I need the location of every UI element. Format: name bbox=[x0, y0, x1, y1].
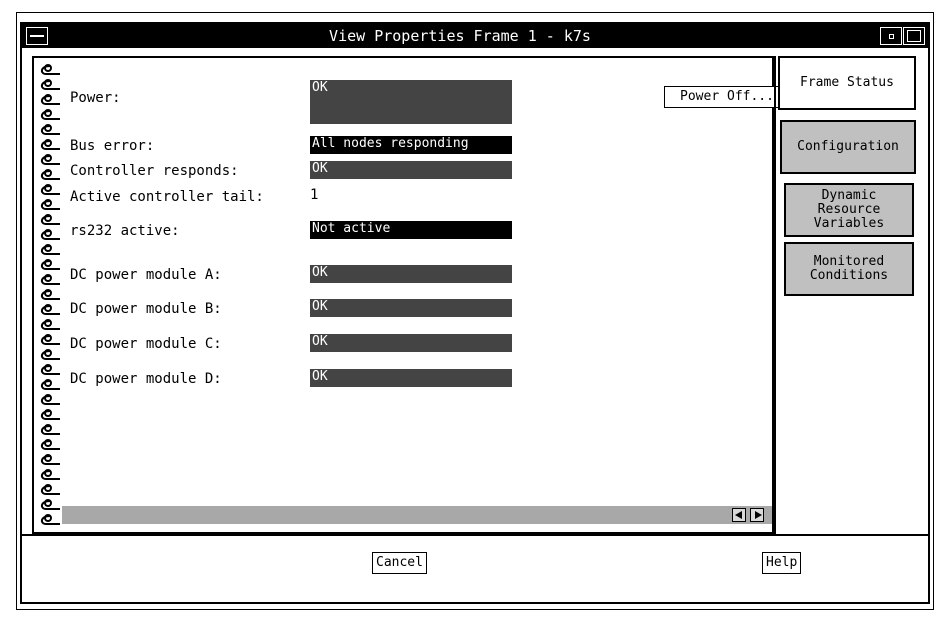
tab-frame-status[interactable]: Frame Status bbox=[778, 56, 916, 110]
dc-module-a-value: OK bbox=[310, 265, 512, 283]
dc-module-c-label: DC power module C: bbox=[70, 336, 222, 352]
properties-panel: Power: OK Power Off... Bus error: All no… bbox=[70, 58, 790, 532]
tab-frame-status-label: Frame Status bbox=[800, 75, 894, 90]
rs232-label: rs232 active: bbox=[70, 223, 180, 239]
window-menu-icon[interactable] bbox=[26, 27, 48, 45]
tab-monitored-conditions[interactable]: Monitored Conditions bbox=[784, 242, 914, 296]
arrow-right-icon[interactable] bbox=[750, 508, 764, 522]
tab-monitored-conditions-label: Monitored Conditions bbox=[809, 254, 889, 283]
tab-dynamic-resource-variables[interactable]: Dynamic Resource Variables bbox=[784, 183, 914, 237]
rs232-value: Not active bbox=[310, 221, 512, 239]
dc-module-b-value: OK bbox=[310, 299, 512, 317]
button-area-divider bbox=[22, 534, 928, 536]
power-label: Power: bbox=[70, 90, 121, 106]
tab-dynamic-resource-variables-label: Dynamic Resource Variables bbox=[813, 188, 885, 231]
window-title: View Properties Frame 1 - k7s bbox=[329, 27, 591, 45]
tab-configuration-label: Configuration bbox=[797, 139, 899, 154]
tab-configuration[interactable]: Configuration bbox=[780, 120, 916, 174]
controller-responds-value: OK bbox=[310, 161, 512, 179]
power-off-button[interactable]: Power Off... bbox=[664, 86, 790, 108]
dc-module-d-label: DC power module D: bbox=[70, 371, 222, 387]
horizontal-scrollbar[interactable] bbox=[62, 506, 772, 524]
dc-module-c-value: OK bbox=[310, 334, 512, 352]
properties-window: View Properties Frame 1 - k7s Power: OK … bbox=[20, 22, 930, 604]
maximize-icon[interactable] bbox=[903, 27, 925, 45]
title-bar[interactable]: View Properties Frame 1 - k7s bbox=[22, 24, 928, 48]
dc-module-a-label: DC power module A: bbox=[70, 267, 222, 283]
active-controller-tail-value: 1 bbox=[310, 187, 319, 203]
spiral-binding bbox=[40, 64, 60, 525]
power-value: OK bbox=[310, 80, 512, 124]
arrow-left-icon[interactable] bbox=[732, 508, 746, 522]
notebook-page: Power: OK Power Off... Bus error: All no… bbox=[32, 56, 790, 534]
minimize-icon[interactable] bbox=[880, 27, 902, 45]
help-button[interactable]: Help bbox=[762, 552, 802, 574]
controller-responds-label: Controller responds: bbox=[70, 163, 239, 179]
bus-error-label: Bus error: bbox=[70, 138, 155, 154]
active-controller-tail-label: Active controller tail: bbox=[70, 189, 264, 205]
cancel-button[interactable]: Cancel bbox=[372, 552, 427, 574]
dc-module-d-value: OK bbox=[310, 369, 512, 387]
bus-error-value: All nodes responding bbox=[310, 136, 512, 154]
dc-module-b-label: DC power module B: bbox=[70, 301, 222, 317]
tab-column: Frame Status Configuration Dynamic Resou… bbox=[774, 56, 928, 534]
